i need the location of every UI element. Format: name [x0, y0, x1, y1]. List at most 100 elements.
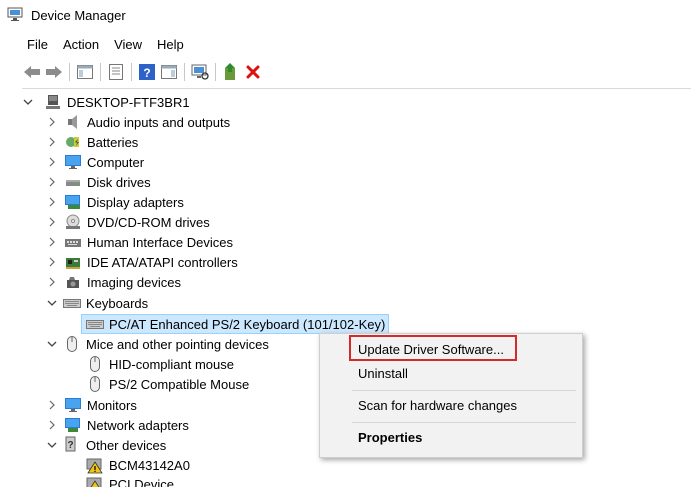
svg-text:?: ?	[67, 440, 73, 451]
help-icon[interactable]: ?	[137, 62, 157, 82]
chevron-right-icon[interactable]	[46, 176, 58, 188]
menu-item-properties[interactable]: Properties	[358, 430, 422, 445]
chevron-right-icon[interactable]	[46, 399, 58, 411]
chevron-right-icon[interactable]	[46, 136, 58, 148]
menu-view[interactable]: View	[114, 37, 142, 52]
mouse-icon	[86, 355, 104, 373]
mouse-icon	[63, 335, 81, 353]
tree-device-pci-device[interactable]: PCI Device	[86, 475, 174, 487]
menu-help[interactable]: Help	[157, 37, 184, 52]
mouse-icon	[86, 375, 104, 393]
toolbar-separator	[69, 62, 70, 81]
properties-icon[interactable]	[106, 62, 126, 82]
tree-category-batteries[interactable]: Batteries	[46, 132, 138, 152]
chevron-right-icon[interactable]	[46, 276, 58, 288]
battery-icon	[64, 133, 82, 151]
toolbar-divider	[22, 88, 691, 89]
keyboard-icon	[63, 294, 81, 312]
tree-category-hid[interactable]: Human Interface Devices	[46, 232, 233, 252]
tree-category-computer[interactable]: Computer	[46, 152, 144, 172]
toolbar-separator	[100, 62, 101, 81]
tree-category-audio[interactable]: Audio inputs and outputs	[46, 112, 230, 132]
tree-category-dvd-drives[interactable]: DVD/CD-ROM drives	[46, 212, 210, 232]
tree-category-disk-drives[interactable]: Disk drives	[46, 172, 151, 192]
tree-device-label: PS/2 Compatible Mouse	[109, 376, 250, 392]
tree-category-label: Imaging devices	[87, 274, 181, 290]
menu-item-scan-hardware[interactable]: Scan for hardware changes	[358, 398, 517, 413]
chevron-right-icon[interactable]	[46, 256, 58, 268]
tree-device-hid-mouse[interactable]: HID-compliant mouse	[86, 354, 234, 374]
tree-category-label: Monitors	[87, 397, 137, 413]
tree-category-label: Keyboards	[86, 295, 149, 311]
menu-item-uninstall[interactable]: Uninstall	[358, 366, 408, 381]
tree-category-label: Display adapters	[87, 194, 184, 210]
warning-device-icon	[86, 456, 104, 474]
action-pane-icon[interactable]	[159, 62, 179, 82]
tree-category-network-adapters[interactable]: Network adapters	[46, 415, 189, 435]
window-title: Device Manager	[31, 7, 126, 23]
tree-category-label: Batteries	[87, 134, 139, 150]
tree-category-label: Disk drives	[87, 174, 151, 190]
tree-category-label: Computer	[87, 154, 145, 170]
tree-category-label: Human Interface Devices	[87, 234, 233, 250]
tree-category-display-adapters[interactable]: Display adapters	[46, 192, 184, 212]
forward-arrow-icon[interactable]	[44, 62, 64, 82]
tree-category-mice[interactable]: Mice and other pointing devices	[46, 334, 269, 354]
keyboard-icon	[86, 315, 104, 333]
tree-category-label: Audio inputs and outputs	[87, 114, 231, 130]
chevron-down-icon[interactable]	[46, 338, 58, 350]
tree-category-label: Mice and other pointing devices	[86, 336, 269, 352]
network-adapter-icon	[64, 416, 82, 434]
tree-device-label: PC/AT Enhanced PS/2 Keyboard (101/102-Ke…	[109, 316, 386, 332]
tree-device-ps2-keyboard[interactable]: PC/AT Enhanced PS/2 Keyboard (101/102-Ke…	[81, 314, 390, 334]
title-bar: Device Manager	[0, 0, 691, 30]
dvd-drive-icon	[64, 213, 82, 231]
tree-category-label: IDE ATA/ATAPI controllers	[87, 254, 238, 270]
tree-root-label: DESKTOP-FTF3BR1	[67, 94, 190, 110]
toolbar-separator	[131, 62, 132, 81]
display-adapter-icon	[64, 193, 82, 211]
ide-controller-icon	[64, 253, 82, 271]
camera-icon	[64, 273, 82, 291]
unknown-device-icon: ?	[63, 436, 81, 454]
chevron-down-icon[interactable]	[22, 96, 34, 108]
tree-category-monitors[interactable]: Monitors	[46, 395, 137, 415]
speaker-icon	[64, 113, 82, 131]
tree-device-label: BCM43142A0	[109, 457, 190, 473]
toolbar-separator	[215, 62, 216, 81]
menu-action[interactable]: Action	[63, 37, 99, 52]
tree-device-ps2-mouse[interactable]: PS/2 Compatible Mouse	[86, 374, 249, 394]
toolbar-separator	[184, 62, 185, 81]
tree-category-imaging-devices[interactable]: Imaging devices	[46, 272, 181, 292]
chevron-right-icon[interactable]	[46, 419, 58, 431]
scan-hardware-icon[interactable]	[190, 62, 210, 82]
tree-category-ide-controllers[interactable]: IDE ATA/ATAPI controllers	[46, 252, 238, 272]
tree-category-other-devices[interactable]: ? Other devices	[46, 435, 166, 455]
toolbar: ?	[0, 58, 691, 85]
chevron-down-icon[interactable]	[46, 439, 58, 451]
update-driver-icon[interactable]	[221, 62, 241, 82]
menu-separator	[352, 422, 576, 423]
menu-file[interactable]: File	[27, 37, 48, 52]
chevron-right-icon[interactable]	[46, 196, 58, 208]
disk-drive-icon	[64, 173, 82, 191]
back-arrow-icon[interactable]	[22, 62, 42, 82]
hid-icon	[64, 233, 82, 251]
uninstall-x-icon[interactable]	[243, 62, 263, 82]
computer-tower-icon	[44, 93, 62, 111]
chevron-down-icon[interactable]	[46, 297, 58, 309]
tree-root[interactable]: DESKTOP-FTF3BR1	[22, 92, 190, 112]
warning-device-icon	[86, 475, 104, 487]
computer-icon	[64, 153, 82, 171]
chevron-right-icon[interactable]	[46, 216, 58, 228]
chevron-right-icon[interactable]	[46, 116, 58, 128]
tree-category-label: Other devices	[86, 437, 167, 453]
tree-device-label: HID-compliant mouse	[109, 356, 234, 372]
show-hide-console-tree-icon[interactable]	[75, 62, 95, 82]
menu-separator	[352, 390, 576, 391]
chevron-right-icon[interactable]	[46, 236, 58, 248]
tree-category-keyboards[interactable]: Keyboards	[46, 293, 148, 313]
monitor-icon	[64, 396, 82, 414]
chevron-right-icon[interactable]	[46, 156, 58, 168]
tree-device-bcm43142a0[interactable]: BCM43142A0	[86, 455, 190, 475]
